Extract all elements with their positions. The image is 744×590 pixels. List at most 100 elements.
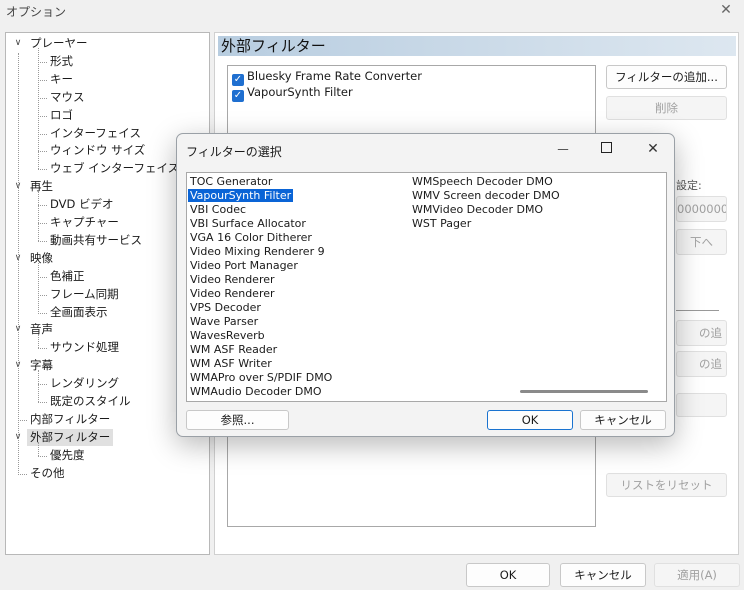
list-item-label: Wave Parser (190, 315, 259, 328)
list-item[interactable]: VBI Surface Allocator (188, 216, 334, 230)
tree-item[interactable]: ∨ プレーヤー (6, 35, 206, 52)
tree-connector (38, 48, 39, 170)
list-item[interactable]: Video Port Manager (188, 258, 334, 272)
list-item[interactable]: WM ASF Writer (188, 356, 334, 370)
list-item[interactable]: Video Renderer (188, 272, 334, 286)
list-column-2: WMSpeech Decoder DMO WMV Screen decoder D… (410, 174, 562, 230)
filter-item[interactable]: ✓ VapourSynth Filter (232, 84, 353, 102)
tree-connector (38, 61, 47, 63)
list-item-label: TOC Generator (190, 175, 273, 188)
dialog-cancel-button[interactable]: キャンセル (580, 410, 666, 430)
apply-button[interactable]: 適用(A) (654, 563, 740, 587)
list-item-label: VBI Codec (190, 203, 247, 216)
list-item[interactable]: VBI Codec (188, 202, 334, 216)
tree-item-label: 字幕 (30, 358, 53, 373)
tree-item-label: サウンド処理 (50, 340, 119, 355)
tree-item-label: マウス (50, 89, 85, 104)
tree-item[interactable]: 形式 (6, 53, 206, 70)
add-media-type-button[interactable]: の追加... (676, 320, 727, 346)
tree-connector (38, 262, 39, 313)
tree-item-label: 映像 (30, 250, 53, 265)
tree-item-label: キャプチャー (50, 215, 119, 229)
list-item[interactable]: TOC Generator (188, 174, 334, 188)
list-item[interactable]: VGA 16 Color Ditherer (188, 230, 334, 244)
list-item[interactable]: Wave Parser (188, 314, 334, 328)
list-item[interactable]: WST Pager (410, 216, 562, 230)
list-item[interactable]: WMAPro over S/PDIF DMO (188, 370, 334, 384)
list-item-label: WMSpeech Decoder DMO (412, 175, 553, 188)
tree-item-label: 全画面表示 (50, 304, 108, 319)
tree-item-label: 形式 (50, 53, 73, 68)
list-item[interactable]: Video Mixing Renderer 9 (188, 244, 334, 258)
checkbox-checked-icon[interactable]: ✓ (232, 90, 244, 102)
filter-name: VapourSynth Filter (247, 85, 353, 99)
cancel-button[interactable]: キャンセル (560, 563, 646, 587)
list-item[interactable]: WMVideo Decoder DMO (410, 202, 562, 216)
list-item-label: VapourSynth Filter (188, 189, 294, 202)
list-item[interactable]: WM ASF Reader (188, 342, 334, 356)
close-icon[interactable]: ✕ (714, 0, 738, 20)
list-item-label: WM ASF Reader (190, 343, 278, 356)
list-item[interactable]: Video Renderer (188, 286, 334, 300)
list-item[interactable]: WavesReverb (188, 328, 334, 342)
list-item-label: WM ASF Writer (190, 357, 272, 370)
tree-connector (38, 79, 47, 81)
tree-item[interactable]: ロゴ (6, 107, 206, 124)
tree-item[interactable]: 優先度 (6, 447, 206, 464)
tree-item-label: フレーム同期 (50, 286, 119, 301)
tree-connector (38, 169, 47, 171)
tree-item-label: その他 (30, 465, 65, 480)
list-item[interactable]: WMV Screen decoder DMO (410, 188, 562, 202)
ok-button[interactable]: OK (466, 563, 550, 587)
chevron-down-icon[interactable]: ∨ (13, 35, 23, 52)
tree-connector (38, 240, 47, 242)
list-item-label: Video Renderer (190, 273, 275, 286)
horizontal-scrollbar[interactable] (520, 390, 648, 393)
add-extension-button[interactable]: の追加... (676, 351, 727, 377)
dialog-title: フィルターの選択 (186, 145, 282, 159)
dialog-ok-button[interactable]: OK (487, 410, 573, 430)
tree-connector (18, 473, 27, 475)
tree-connector (38, 294, 47, 296)
move-down-button[interactable]: 下へ (676, 229, 727, 255)
tree-connector (38, 223, 47, 224)
close-icon[interactable]: ✕ (641, 140, 665, 158)
list-item[interactable]: WMSpeech Decoder DMO (410, 174, 562, 188)
setting-label: 設定: (676, 179, 702, 192)
maximize-icon[interactable] (594, 140, 618, 158)
tree-connector (38, 191, 39, 241)
tree-item-label: 既定のスタイル (50, 394, 131, 408)
tree-item[interactable]: マウス (6, 89, 206, 106)
list-item[interactable]: VPS Decoder (188, 300, 334, 314)
reset-list-button[interactable]: リストをリセット (606, 473, 727, 497)
list-item-label: VBI Surface Allocator (190, 217, 306, 230)
list-item-label: Video Renderer (190, 287, 275, 300)
list-column-1: TOC Generator VapourSynth Filter VBI Codec… (188, 174, 334, 398)
tree-item-label: 内部フィルター (30, 411, 111, 426)
panel-heading: 外部フィルター (218, 36, 736, 56)
tree-connector (38, 402, 47, 403)
add-filter-button[interactable]: フィルターの追加... (606, 65, 727, 89)
filter-item[interactable]: ✓ Bluesky Frame Rate Converter (232, 68, 422, 86)
window-title: オプション (6, 5, 67, 19)
merit-value-field[interactable]: 00000000 (676, 196, 727, 222)
tree-item[interactable]: その他 (6, 465, 206, 482)
tree-item[interactable]: キー (6, 71, 206, 88)
tree-item-label: 音声 (30, 322, 53, 337)
minimize-icon[interactable]: — (551, 140, 575, 158)
list-item[interactable]: VapourSynth Filter (188, 188, 334, 202)
window-titlebar: オプション ✕ (0, 0, 744, 22)
list-item[interactable]: WMAudio Decoder DMO (188, 384, 334, 398)
tree-item-label: 動画共有サービス (50, 232, 142, 247)
tree-item-label: キー (50, 71, 73, 86)
list-item-label: WMV Screen decoder DMO (412, 189, 560, 202)
tree-connector (38, 348, 47, 350)
browse-button[interactable]: 参照... (186, 410, 289, 430)
tree-item-label: ロゴ (50, 107, 73, 122)
delete-button[interactable]: 削除 (606, 96, 727, 120)
tree-connector (38, 441, 39, 456)
hidden-button[interactable] (676, 393, 727, 417)
filter-choice-list[interactable]: TOC Generator VapourSynth Filter VBI Codec… (186, 172, 667, 402)
separator (676, 310, 719, 311)
tree-item-label: レンダリング (50, 376, 119, 391)
